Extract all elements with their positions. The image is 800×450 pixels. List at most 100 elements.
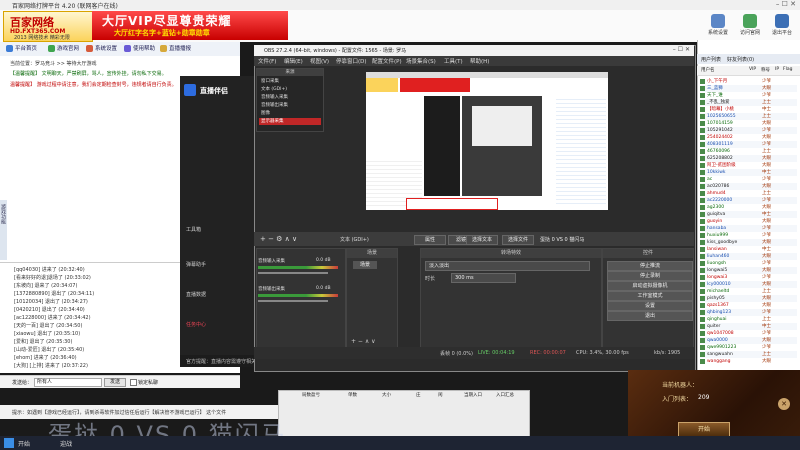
user-row[interactable]: liuongsh 少爷 bbox=[700, 260, 797, 267]
send-to-select[interactable]: 所有人 bbox=[34, 378, 102, 387]
properties-button[interactable]: 属性 bbox=[414, 235, 446, 245]
user-row[interactable]: 三_蓝狮 大眼 bbox=[700, 85, 797, 92]
source-item[interactable]: 图像 bbox=[261, 110, 321, 116]
user-row[interactable]: longwai5 大眼 bbox=[700, 267, 797, 274]
obs-menu-docks[interactable]: 停靠窗口(D) bbox=[336, 57, 367, 65]
obs-menu-tools[interactable]: 工具(T) bbox=[444, 57, 463, 65]
tab-friend-list[interactable]: 好友列表(0) bbox=[727, 56, 754, 63]
assistant-tool-1[interactable]: 工具箱 bbox=[186, 226, 201, 233]
user-row[interactable]: 105291042 少爷 bbox=[700, 127, 797, 134]
user-row[interactable]: qw1047008 少爷 bbox=[700, 330, 797, 337]
user-row[interactable]: longwai3 少爷 bbox=[700, 274, 797, 281]
user-row[interactable]: qinghuai 上士 bbox=[700, 316, 797, 323]
nav-home[interactable]: 平台首页 bbox=[6, 45, 37, 54]
user-row[interactable]: 【暗幕】小桃 中士 bbox=[700, 106, 797, 113]
user-row[interactable]: lansiwan 中士 bbox=[700, 246, 797, 253]
audio-slider[interactable] bbox=[258, 300, 328, 302]
user-row[interactable]: 107014159 大眼 bbox=[700, 120, 797, 127]
send-button[interactable]: 发送 bbox=[104, 378, 126, 387]
user-row[interactable]: guiqitva 中士 bbox=[700, 211, 797, 218]
system-settings-button[interactable]: 系统设置 bbox=[704, 13, 732, 39]
user-row[interactable]: qazs1367 大眼 bbox=[700, 302, 797, 309]
toolbar-icons[interactable]: + − ⚙ ∧ ∨ bbox=[260, 235, 297, 243]
scene-toolbar-icons[interactable]: + − ∧ ∨ bbox=[351, 338, 376, 345]
side-tab[interactable]: 游戏功能 bbox=[0, 200, 7, 260]
exit-platform-button[interactable]: 退出平台 bbox=[768, 13, 796, 39]
assistant-tool-3[interactable]: 直播数据 bbox=[186, 291, 206, 298]
nav-official-site[interactable]: 游戏官网 bbox=[48, 45, 79, 54]
user-row[interactable]: michaeltd 上士 bbox=[700, 288, 797, 295]
assistant-tool-2[interactable]: 弹幕助手 bbox=[186, 261, 206, 268]
windows-start-icon[interactable] bbox=[4, 438, 14, 448]
user-row[interactable]: ahmud4 上士 bbox=[700, 190, 797, 197]
studio-mode-button[interactable]: 工作室模式 bbox=[607, 291, 693, 301]
user-row[interactable]: _不乱_独爱 上士 bbox=[700, 99, 797, 106]
user-row[interactable]: 254024402 大眼 bbox=[700, 134, 797, 141]
user-row[interactable]: ac020786 大眼 bbox=[700, 183, 797, 190]
visit-site-button[interactable]: 访问官网 bbox=[736, 13, 764, 39]
taskbar-item[interactable]: 迎战 bbox=[60, 439, 72, 448]
duration-input[interactable]: 300 ms bbox=[451, 273, 516, 283]
nav-broadcast[interactable]: 直播播报 bbox=[160, 45, 191, 54]
user-row[interactable]: ac 少爷 bbox=[700, 176, 797, 183]
audio-slider[interactable] bbox=[258, 272, 328, 274]
obs-menu-edit[interactable]: 编辑(E) bbox=[284, 57, 303, 65]
user-row[interactable]: pishy05 大眼 bbox=[700, 295, 797, 302]
taskbar-start-label[interactable]: 开始 bbox=[18, 439, 30, 448]
user-row[interactable]: huxiu999 少爷 bbox=[700, 232, 797, 239]
user-row[interactable]: qwa0000 大眼 bbox=[700, 337, 797, 344]
col-title[interactable]: 称号 bbox=[761, 67, 770, 73]
settings-button[interactable]: 设置 bbox=[607, 301, 693, 311]
user-row[interactable]: ac2220000 少爷 bbox=[700, 197, 797, 204]
stop-recording-button[interactable]: 停止录制 bbox=[607, 271, 693, 281]
obs-menu-view[interactable]: 视图(V) bbox=[310, 57, 329, 65]
source-item-selected[interactable]: 显示器采集 bbox=[259, 118, 321, 125]
assistant-tool-4[interactable]: 任务中心 bbox=[186, 321, 206, 328]
col-ip[interactable]: IP bbox=[775, 67, 779, 72]
source-item[interactable]: 窗口采集 bbox=[261, 78, 321, 84]
user-row[interactable]: ag2300 大眼 bbox=[700, 204, 797, 211]
user-row[interactable]: kiss_goodbye 大眼 bbox=[700, 239, 797, 246]
user-row[interactable]: quiter 中士 bbox=[700, 323, 797, 330]
stop-streaming-button[interactable]: 停止推流 bbox=[607, 261, 693, 271]
window-controls[interactable]: – ☐ ✕ bbox=[776, 0, 796, 8]
scene-item[interactable]: 场景 bbox=[353, 261, 377, 269]
user-row[interactable]: 小_下午月 少爷 bbox=[700, 78, 797, 85]
user-row[interactable]: qhbing123 少爷 bbox=[700, 309, 797, 316]
user-row[interactable]: 天下_谁 少爷 bbox=[700, 92, 797, 99]
obs-window-controls[interactable]: – ☐ ✕ bbox=[673, 46, 690, 53]
lock-chat-checkbox[interactable] bbox=[130, 379, 137, 386]
user-row[interactable]: 10kkiwk 中士 bbox=[700, 169, 797, 176]
source-item[interactable]: 音频输入采集 bbox=[261, 94, 321, 100]
user-row[interactable]: 1025650655 上士 bbox=[700, 113, 797, 120]
obs-menu-scene-collection[interactable]: 场景集合(S) bbox=[406, 57, 436, 65]
source-item[interactable]: 音频输出采集 bbox=[261, 102, 321, 108]
obs-menu-help[interactable]: 帮助(H) bbox=[470, 57, 489, 65]
obs-menu-file[interactable]: 文件(F) bbox=[258, 57, 276, 65]
source-item[interactable]: 文本 (GDI+) bbox=[261, 86, 321, 92]
user-row[interactable]: wanggang 大眼 bbox=[700, 358, 797, 365]
user-row[interactable]: guoyin 大眼 bbox=[700, 218, 797, 225]
col-username[interactable]: 用户名 bbox=[701, 67, 715, 73]
select-text-button[interactable]: 选择文本 bbox=[466, 235, 498, 245]
obs-preview[interactable] bbox=[366, 72, 608, 210]
user-row[interactable]: 阿卫-贫困阶级 大眼 bbox=[700, 162, 797, 169]
virtual-camera-button[interactable]: 启动虚拟摄像机 bbox=[607, 281, 693, 291]
transition-select[interactable]: 淡入淡出 bbox=[425, 261, 590, 271]
user-row[interactable]: qwe9901223 少爷 bbox=[700, 344, 797, 351]
nav-settings[interactable]: 系统设置 bbox=[86, 45, 117, 54]
col-vip[interactable]: VIP bbox=[749, 67, 756, 72]
col-flag[interactable]: Flag bbox=[783, 67, 792, 72]
vip-banner[interactable]: 大厅VIP尽显尊贵荣耀 大厅红字名字+蓝钻+勋章勋章 bbox=[92, 11, 288, 40]
user-row[interactable]: 46760096 上士 bbox=[700, 148, 797, 155]
user-row[interactable]: 408301119 少爷 bbox=[700, 141, 797, 148]
close-icon[interactable]: ✕ bbox=[778, 398, 790, 410]
select-file-button[interactable]: 选择文件 bbox=[502, 235, 534, 245]
user-row[interactable]: hansaba 少爷 bbox=[700, 225, 797, 232]
obs-menu-profile[interactable]: 配置文件(P) bbox=[372, 57, 402, 65]
tab-user-list[interactable]: 用户列表 bbox=[701, 56, 721, 63]
user-row[interactable]: sangwuahn 上士 bbox=[700, 351, 797, 358]
nav-help[interactable]: 使用帮助 bbox=[124, 45, 155, 54]
user-row[interactable]: lcy000010 大眼 bbox=[700, 281, 797, 288]
exit-button[interactable]: 退出 bbox=[607, 311, 693, 321]
